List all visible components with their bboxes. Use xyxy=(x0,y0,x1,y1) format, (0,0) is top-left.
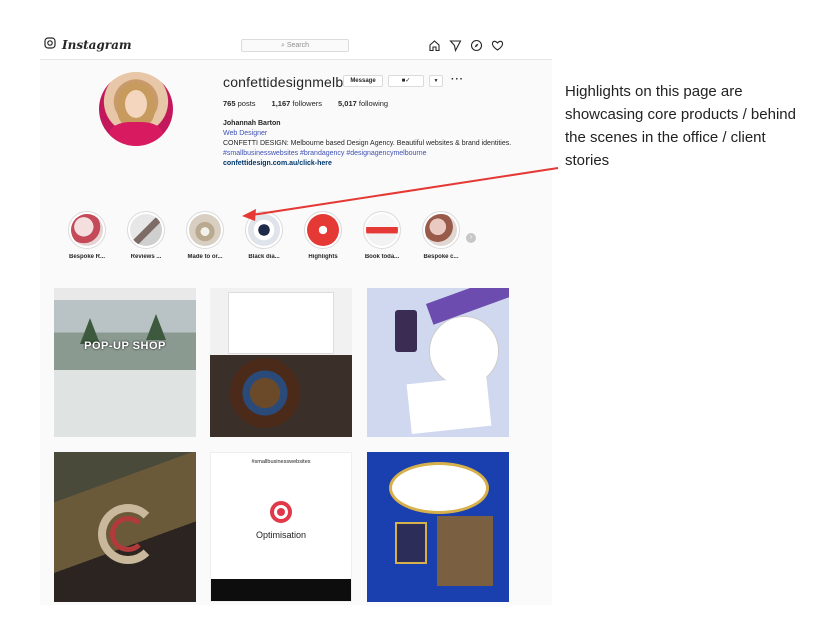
instagram-profile-screenshot: Instagram ⌕ Search confettidesignmelb Me… xyxy=(40,30,552,605)
search-input[interactable]: ⌕ Search xyxy=(241,39,349,52)
profile-website-link[interactable]: confettidesign.com.au/click-here xyxy=(223,159,528,169)
posts-count: 765 posts xyxy=(223,99,256,108)
highlight-label: Black dia... xyxy=(248,254,280,260)
following-count[interactable]: 5,017 following xyxy=(338,99,388,108)
grid-post[interactable] xyxy=(54,452,196,602)
profile-hashtags[interactable]: #smallbusinesswebsites #brandagency #des… xyxy=(223,149,528,159)
highlight-label: Made to or... xyxy=(187,254,223,260)
highlight-cover xyxy=(130,214,162,246)
highlight-label: Reviews ... xyxy=(130,254,162,260)
story-highlights: Bespoke R... Reviews ... Made to or... B… xyxy=(68,211,460,260)
grid-post[interactable]: #smallbusinesswebsites Optimisation xyxy=(210,452,352,602)
highlight-item[interactable]: Book toda... xyxy=(363,211,401,260)
explore-icon[interactable] xyxy=(470,39,483,52)
brand-logo-icon xyxy=(270,501,292,523)
profile-stats: 765 posts 1,167 followers 5,017 followin… xyxy=(223,99,388,108)
suggestions-dropdown-button[interactable]: ▼ xyxy=(429,75,443,87)
highlight-label: Book toda... xyxy=(364,254,400,260)
profile-username: confettidesignmelb xyxy=(223,74,344,90)
highlight-label: Highlights xyxy=(308,254,338,260)
post-card xyxy=(228,292,334,354)
post-hashtag-text: #smallbusinesswebsites xyxy=(251,459,311,465)
profile-avatar[interactable] xyxy=(99,72,173,146)
highlight-cover xyxy=(71,214,103,246)
highlight-label: Bespoke c... xyxy=(423,254,459,260)
camera-icon[interactable] xyxy=(44,37,56,49)
followers-count[interactable]: 1,167 followers xyxy=(272,99,322,108)
direct-message-icon[interactable] xyxy=(449,39,462,53)
instagram-logo[interactable]: Instagram xyxy=(62,38,132,52)
highlight-item[interactable]: Made to or... xyxy=(186,211,224,260)
profile-category: Web Designer xyxy=(223,130,268,137)
grid-post[interactable] xyxy=(210,288,352,437)
nav-icons xyxy=(428,39,504,53)
highlight-item[interactable]: Bespoke c... xyxy=(422,211,460,260)
highlight-cover xyxy=(366,214,398,246)
highlight-cover xyxy=(425,214,457,246)
highlight-cover xyxy=(307,214,339,246)
highlight-item[interactable]: Bespoke R... xyxy=(68,211,106,260)
chevron-down-icon: ▼ xyxy=(433,78,439,84)
post-title-text: Optimisation xyxy=(255,530,307,540)
annotation-note: Highlights on this page are showcasing c… xyxy=(565,83,796,169)
highlight-item[interactable]: Reviews ... xyxy=(127,211,165,260)
highlight-label: Bespoke R... xyxy=(68,254,105,260)
grid-post[interactable]: POP-UP SHOP xyxy=(54,288,196,437)
highlight-item[interactable]: Highlights xyxy=(304,211,342,260)
more-options-icon[interactable]: ··· xyxy=(451,74,464,85)
heart-icon[interactable] xyxy=(491,39,504,52)
grid-post[interactable] xyxy=(367,452,509,602)
profile-full-name: Johannah Barton xyxy=(223,120,281,127)
highlight-item[interactable]: Black dia... xyxy=(245,211,283,260)
profile-bio: Johannah Barton Web Designer CONFETTI DE… xyxy=(223,119,528,169)
person-check-icon: ■✓ xyxy=(401,78,411,84)
grid-post[interactable] xyxy=(367,288,509,437)
page: Instagram ⌕ Search confettidesignmelb Me… xyxy=(0,0,816,617)
search-placeholder: Search xyxy=(286,42,310,49)
post-overlay-text: POP-UP SHOP xyxy=(84,340,166,352)
chevron-right-icon[interactable]: › xyxy=(466,233,476,243)
profile-description: CONFETTI DESIGN: Melbourne based Design … xyxy=(223,140,512,147)
home-icon[interactable] xyxy=(428,39,441,52)
top-navigation-bar: Instagram ⌕ Search xyxy=(40,30,552,60)
highlight-cover xyxy=(248,214,280,246)
highlight-cover xyxy=(189,214,221,246)
following-button[interactable]: ■✓ xyxy=(388,75,424,87)
message-button[interactable]: Message xyxy=(343,75,383,87)
